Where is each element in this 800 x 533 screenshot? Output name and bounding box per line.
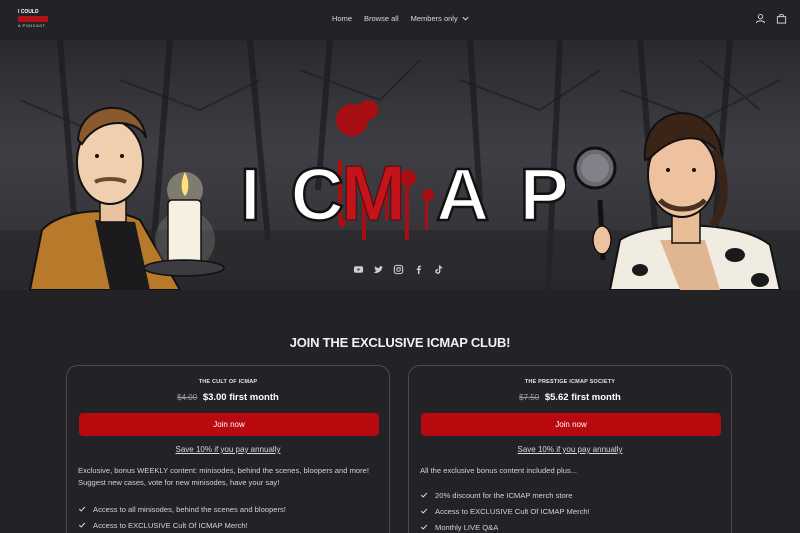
nav-members-only[interactable]: Members only xyxy=(411,14,470,23)
plan-description: Exclusive, bonus WEEKLY content: minisod… xyxy=(78,466,369,487)
left-character-illustration xyxy=(28,106,225,290)
feature-text: Access to EXCLUSIVE Cult Of ICMAP Merch! xyxy=(435,506,590,516)
nav-browse-all[interactable]: Browse all xyxy=(364,14,399,23)
logo-line-3: A PODCAST xyxy=(18,23,46,28)
plan-feature-list: Access to all minisodes, behind the scen… xyxy=(78,501,286,533)
social-links xyxy=(353,264,444,275)
list-item: Access to EXCLUSIVE Cult Of ICMAP Merch! xyxy=(420,503,590,519)
bag-icon[interactable] xyxy=(776,13,787,24)
title-right-letters: AP xyxy=(436,153,566,232)
plan-price: $7.50 $5.62 first month xyxy=(409,392,731,403)
plan-feature-list: 20% discount for the ICMAP merch store A… xyxy=(420,487,590,533)
user-icon[interactable] xyxy=(755,13,766,24)
save-annually-link[interactable]: Save 10% if you pay annually xyxy=(409,445,731,454)
twitter-icon[interactable] xyxy=(373,264,384,275)
plan-name: THE PRESTIGE ICMAP SOCIETY xyxy=(524,379,616,385)
plan-old-price: $7.50 xyxy=(519,393,540,402)
tiktok-icon[interactable] xyxy=(433,264,444,275)
plan-description: All the exclusive bonus content included… xyxy=(420,466,578,475)
list-item: 20% discount for the ICMAP merch store xyxy=(420,487,590,503)
list-item: Access to EXCLUSIVE Cult Of ICMAP Merch! xyxy=(78,517,286,533)
hero-title: IC M AP xyxy=(236,132,570,238)
check-icon xyxy=(78,522,86,528)
main-nav: Home Browse all Members only xyxy=(332,14,470,23)
list-item: Access to all minisodes, behind the scen… xyxy=(78,501,286,517)
hero-banner: IC M AP xyxy=(0,40,800,290)
save-annually-link[interactable]: Save 10% if you pay annually xyxy=(67,445,389,454)
membership-section: JOIN THE EXCLUSIVE ICMAP CLUB! THE CULT … xyxy=(0,290,800,533)
check-icon xyxy=(420,524,428,530)
feature-text: Monthly LIVE Q&A xyxy=(435,522,499,532)
feature-text: Access to all minisodes, behind the scen… xyxy=(93,504,286,514)
plan-new-price: $3.00 first month xyxy=(202,392,279,403)
facebook-icon[interactable] xyxy=(413,264,424,275)
plan-new-price: $5.62 first month xyxy=(544,392,621,403)
site-logo[interactable]: I COULD A PODCAST xyxy=(18,9,52,31)
plan-old-price: $4.00 xyxy=(177,393,198,402)
feature-text: Access to EXCLUSIVE Cult Of ICMAP Merch! xyxy=(93,520,248,530)
plan-price: $4.00 $3.00 first month xyxy=(67,392,389,403)
logo-line-1: I COULD xyxy=(18,9,39,15)
top-navigation-bar: I COULD A PODCAST Home Browse all Member… xyxy=(0,0,800,40)
title-middle-letter: M xyxy=(341,149,406,232)
plan-card-cult: THE CULT OF ICMAP $4.00 $3.00 first mont… xyxy=(66,365,390,533)
list-item: Monthly LIVE Q&A xyxy=(420,519,590,533)
check-icon xyxy=(420,508,428,514)
join-now-button[interactable]: Join now xyxy=(79,413,379,436)
feature-text: 20% discount for the ICMAP merch store xyxy=(435,490,573,500)
instagram-icon[interactable] xyxy=(393,264,404,275)
nav-members-only-label: Members only xyxy=(410,14,458,23)
logo-red-band xyxy=(18,16,48,22)
chevron-down-icon xyxy=(462,16,469,21)
plan-name: THE CULT OF ICMAP xyxy=(198,379,258,385)
plan-card-prestige: THE PRESTIGE ICMAP SOCIETY $7.50 $5.62 f… xyxy=(408,365,732,533)
section-heading: JOIN THE EXCLUSIVE ICMAP CLUB! xyxy=(289,335,511,350)
join-now-button[interactable]: Join now xyxy=(421,413,721,436)
youtube-icon[interactable] xyxy=(353,264,364,275)
nav-home[interactable]: Home xyxy=(332,14,352,23)
check-icon xyxy=(420,492,428,498)
check-icon xyxy=(78,506,86,512)
